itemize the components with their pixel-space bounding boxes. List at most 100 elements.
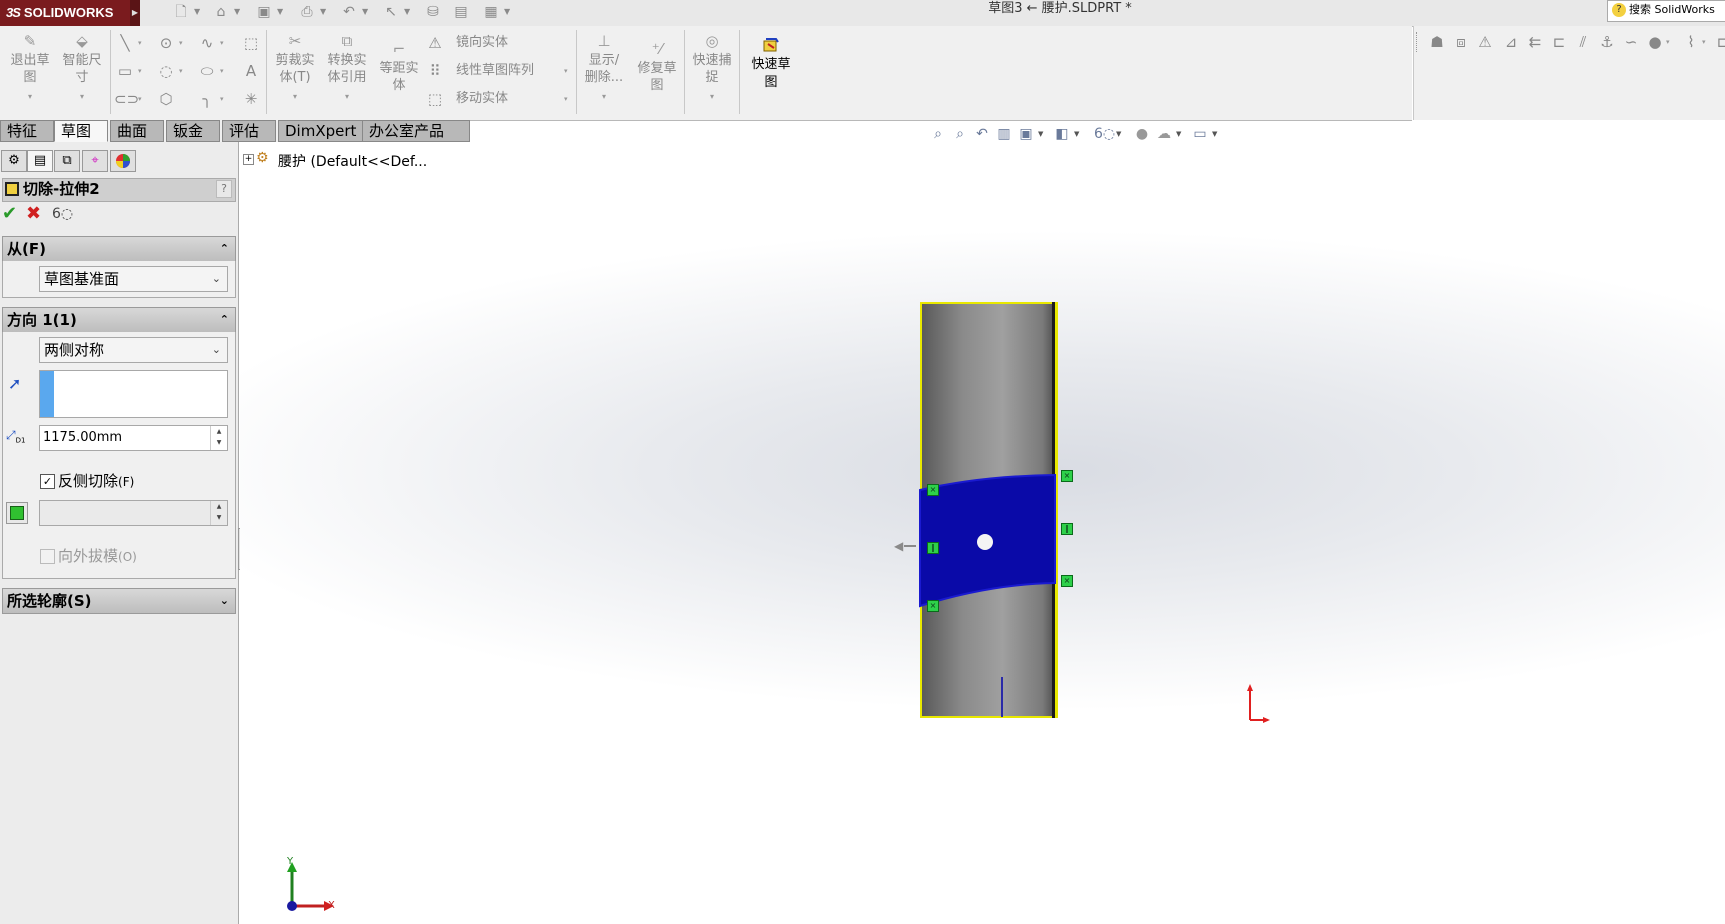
tab-features[interactable]: 特征 [0, 120, 54, 142]
spinner-icon[interactable]: ▲ ▼ [210, 426, 227, 450]
previous-view-icon[interactable]: ↶ [972, 125, 992, 143]
rectangle-icon[interactable]: ▭ [114, 61, 136, 81]
chevron-down-icon[interactable]: ▾ [138, 89, 144, 109]
chevron-down-icon[interactable]: ▾ [179, 61, 185, 81]
chevron-down-icon[interactable]: ▾ [564, 89, 570, 109]
chamfer-icon[interactable]: ⊿ [1500, 32, 1522, 52]
spinner-icon[interactable]: ▲ ▼ [210, 501, 227, 525]
ok-check-icon[interactable]: ✔ [2, 204, 20, 224]
mirror-icon[interactable]: ⚠ [424, 33, 446, 53]
tab-evaluate[interactable]: 评估 [222, 120, 276, 142]
relation-icon[interactable]: ⚠ [1474, 32, 1496, 52]
chevron-down-icon[interactable]: ▼ [1212, 125, 1217, 143]
configuration-manager-tab-icon[interactable]: ⧉ [54, 150, 80, 172]
tab-surfaces[interactable]: 曲面 [110, 120, 164, 142]
direction-reference-list[interactable] [39, 370, 228, 418]
chevron-down-icon[interactable]: ▼ [1038, 125, 1043, 143]
sketch-chain-icon[interactable]: ⌇ [1680, 32, 1702, 52]
move-entities-icon[interactable]: ⬚ [424, 89, 446, 109]
selected-contours-section-header[interactable]: 所选轮廓(S) ⌄ [2, 588, 236, 614]
toolbar-grip[interactable] [1416, 32, 1421, 52]
chevron-down-icon[interactable]: ▼ [234, 3, 240, 21]
options-icon[interactable]: ▦ [482, 3, 500, 21]
relation-handle-icon[interactable]: ‖ [1061, 523, 1073, 535]
chevron-down-icon[interactable]: ▾ [220, 61, 226, 81]
tab-sketch[interactable]: 草图 [54, 120, 108, 142]
chevron-down-icon[interactable]: ▾ [1702, 32, 1708, 52]
linear-pattern-button[interactable]: 线性草图阵列 [456, 61, 534, 81]
curve-icon[interactable]: ∽ [1620, 32, 1642, 52]
chevron-down-icon[interactable]: ▼ [362, 3, 368, 21]
offset-entities-button[interactable]: ⌐ 等距实 体 [374, 40, 424, 94]
chevron-down-icon[interactable]: ▾ [138, 61, 144, 81]
edit-appearance-icon[interactable]: ● [1132, 125, 1152, 143]
chevron-down-icon[interactable]: ▼ [1176, 125, 1181, 143]
chevron-down-icon[interactable]: ▼ [1074, 125, 1079, 143]
chevron-down-icon[interactable]: ▼ [277, 3, 283, 21]
direction1-section-header[interactable]: 方向 1(1) ⌃ [2, 307, 236, 333]
mirror-entities-button[interactable]: 镜向实体 [456, 33, 508, 53]
chevron-down-icon[interactable]: ▾ [1666, 32, 1672, 52]
chevron-down-icon[interactable]: ▾ [138, 33, 144, 53]
help-question-icon[interactable]: ? [1612, 3, 1626, 17]
logo-menu-arrow-icon[interactable]: ▶ [130, 0, 140, 26]
chevron-down-icon[interactable]: ▼ [320, 3, 326, 21]
apply-scene-icon[interactable]: ☁ [1154, 125, 1174, 143]
spline-icon[interactable]: ∿ [196, 33, 218, 53]
point-icon[interactable]: ✳ [240, 89, 262, 109]
solidworks-logo[interactable]: 3S SOLIDWORKS [0, 0, 140, 26]
tab-office-products[interactable]: 办公室产品 [362, 120, 470, 142]
from-section-header[interactable]: 从(F) ⌃ [2, 236, 236, 262]
circle-icon[interactable]: ⊙ [155, 33, 177, 53]
draft-button[interactable] [6, 502, 28, 524]
chevron-down-icon[interactable]: ▼ [404, 3, 410, 21]
arc-icon[interactable]: ◌ [155, 61, 177, 81]
relation-handle-icon[interactable]: × [1061, 470, 1073, 482]
display-delete-relations-button[interactable]: ⊥ 显示/ 删除... ▾ [580, 32, 628, 105]
display-style-icon[interactable]: ◧ [1052, 125, 1072, 143]
depth-input[interactable]: 1175.00mm ▲ ▼ [39, 425, 228, 451]
rebuild-icon[interactable]: ⛁ [424, 3, 442, 21]
tree-root-label[interactable]: 腰护 (Default<<Def... [278, 151, 427, 171]
relation-handle-icon[interactable]: × [927, 484, 939, 496]
line-icon[interactable]: ╲ [114, 33, 136, 53]
relation-handle-icon[interactable]: ‖ [927, 542, 939, 554]
new-document-icon[interactable]: 🗋 [172, 3, 190, 21]
hide-show-items-icon[interactable]: 6◌ [1094, 125, 1115, 143]
relation-handle-icon[interactable]: × [1061, 575, 1073, 587]
zoom-to-area-icon[interactable]: ⌕ [950, 125, 970, 143]
display-manager-tab-icon[interactable] [110, 150, 136, 172]
relation-handle-icon[interactable]: × [927, 600, 939, 612]
linear-pattern-icon[interactable]: ⠿ [424, 61, 446, 81]
sketch-line-icon[interactable]: ⫽ [1572, 32, 1594, 52]
help-button[interactable]: ? [216, 180, 232, 198]
chevron-down-icon[interactable]: ▼ [1116, 125, 1121, 143]
section-view-icon[interactable]: ▥ [994, 125, 1014, 143]
quick-snaps-button[interactable]: ◎ 快速捕 捉 ▾ [688, 32, 736, 105]
view-orientation-icon[interactable]: ▣ [1016, 125, 1036, 143]
view-settings-icon[interactable]: ▭ [1190, 125, 1210, 143]
sphere-icon[interactable]: ● [1644, 32, 1666, 52]
select-icon[interactable]: ↖ [382, 3, 400, 21]
from-start-condition-select[interactable]: 草图基准面 ⌄ [39, 266, 228, 292]
print-icon[interactable]: ⎙ [298, 3, 316, 21]
chevron-down-icon[interactable]: ▼ [194, 3, 200, 21]
flip-side-to-cut-checkbox[interactable]: ✓ [40, 474, 55, 489]
polygon-icon[interactable]: ⬡ [155, 89, 177, 109]
convert-entities-button[interactable]: ⧉ 转换实 体引用 ▾ [322, 32, 372, 105]
slot-icon[interactable]: ⊂⊃ [114, 89, 139, 109]
property-manager-tab-icon[interactable]: ▤ [27, 150, 53, 172]
repair-sketch-button[interactable]: ⁺⁄ 修复草 图 [632, 40, 682, 94]
chevron-down-icon[interactable]: ▾ [179, 33, 185, 53]
smart-dimension-button[interactable]: ⬙ 智能尺 寸 ▾ [58, 32, 106, 105]
construction-geometry-icon[interactable]: ⬚ [240, 33, 262, 53]
preview-glasses-icon[interactable]: 6◌ [52, 204, 74, 224]
draft-outward-checkbox[interactable] [40, 549, 55, 564]
end-condition-select[interactable]: 两侧对称 ⌄ [39, 337, 228, 363]
dimxpert-manager-tab-icon[interactable]: ⌖ [82, 150, 108, 172]
chevron-down-icon[interactable]: ▾ [220, 89, 226, 109]
rapid-sketch-button[interactable]: 快速草 图 [743, 36, 799, 92]
open-icon[interactable]: ⌂ [212, 3, 230, 21]
cancel-x-icon[interactable]: ✖ [26, 204, 44, 224]
feature-manager-tab-icon[interactable]: ⚙ [1, 150, 27, 172]
